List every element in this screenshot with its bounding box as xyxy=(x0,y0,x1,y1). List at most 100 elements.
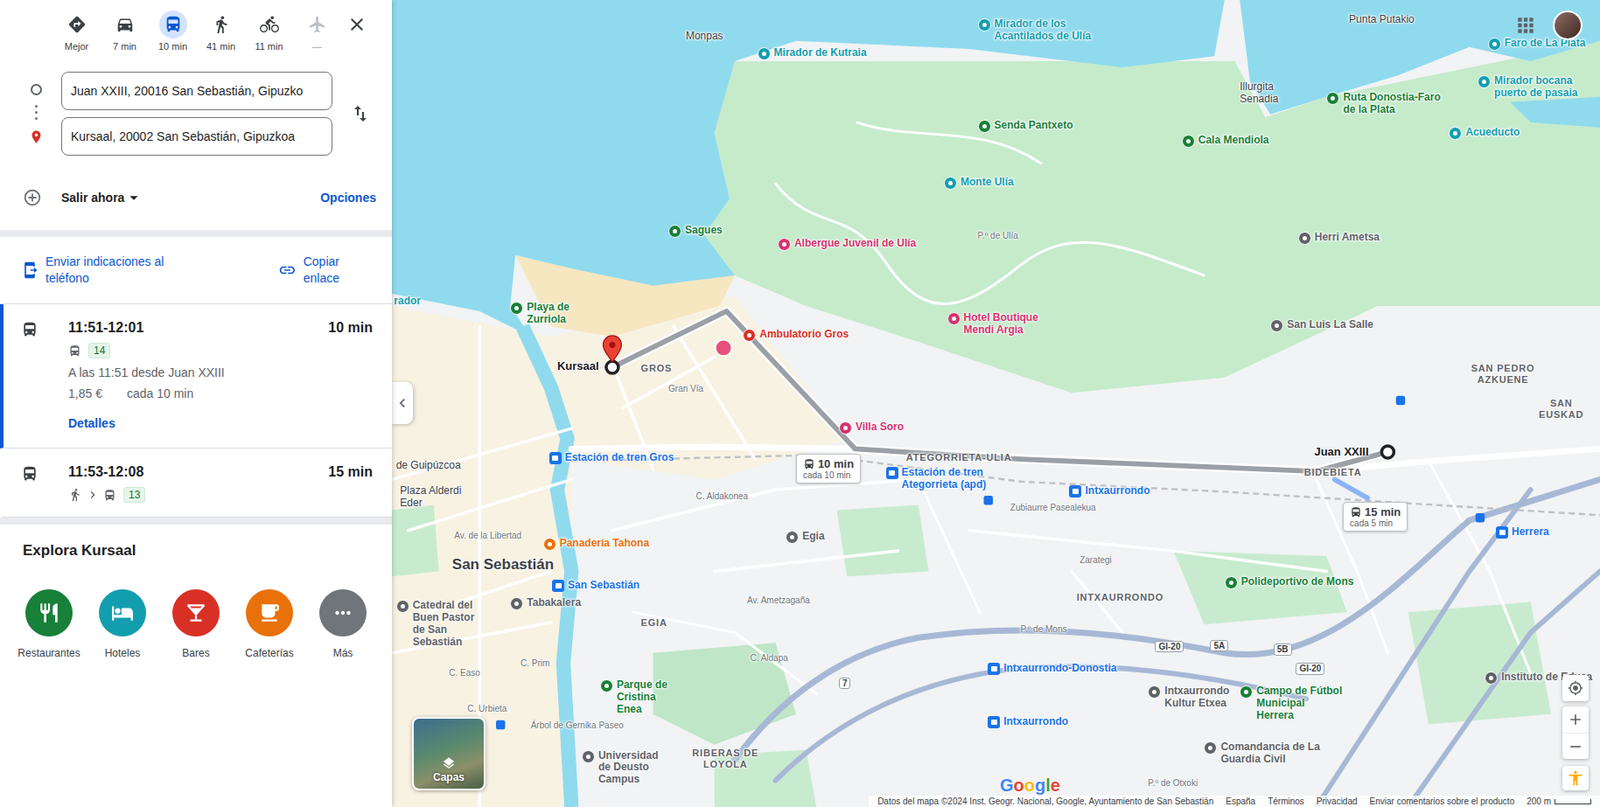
poi-marker-icon[interactable] xyxy=(1181,134,1195,148)
map-label-poi[interactable]: Catedral del Buen Pastor de San Sebastiá… xyxy=(396,600,480,649)
map-label-poi[interactable]: Ruta Donostia-Faro de la Plata xyxy=(1326,91,1449,117)
poi-marker-icon[interactable] xyxy=(1448,126,1462,140)
account-avatar[interactable] xyxy=(1552,10,1583,41)
map-scale[interactable]: 200 m xyxy=(1526,796,1592,807)
map-label-station[interactable]: Estación de tren Gros xyxy=(549,452,675,465)
map-label-poi[interactable]: Parque de Cristina Enea xyxy=(600,679,679,716)
transit-station-icon[interactable] xyxy=(987,716,1000,729)
map-label-station[interactable]: Intxaurrondo xyxy=(1068,485,1150,498)
poi-marker-icon[interactable] xyxy=(510,301,524,315)
zoom-out-button[interactable] xyxy=(1562,733,1589,760)
travel-mode-button[interactable]: Mejor xyxy=(52,10,101,53)
destination-field[interactable]: Kursaal, 20002 San Sebastián, Gipuzkoa xyxy=(61,117,333,156)
alt-route-line[interactable] xyxy=(1334,479,1368,498)
poi-marker-icon[interactable] xyxy=(1488,37,1502,51)
route-option[interactable]: 11:53-12:0815 min13 xyxy=(0,448,392,518)
poi-marker-icon[interactable] xyxy=(947,312,961,326)
close-button[interactable] xyxy=(342,10,371,39)
swap-button[interactable] xyxy=(342,71,378,156)
bus-stop-icon[interactable] xyxy=(496,396,1485,731)
map-label-station[interactable]: Herrera xyxy=(1495,526,1550,539)
poi-marker-icon[interactable] xyxy=(1203,741,1217,755)
route-line[interactable] xyxy=(612,311,1388,472)
map-label-poi[interactable]: Egia xyxy=(785,531,825,545)
origin-field[interactable]: Juan XXIII, 20016 San Sebastián, Gipuzko xyxy=(61,71,333,111)
transit-station-icon[interactable] xyxy=(987,663,1000,676)
map-label-poi[interactable]: Cala Mendiola xyxy=(1181,134,1270,148)
travel-mode-button[interactable]: 10 min xyxy=(148,10,197,53)
map-label-poi[interactable]: Albergue Juvenil de Ulía xyxy=(777,237,916,252)
poi-marker-icon[interactable] xyxy=(757,47,771,61)
transit-station-icon[interactable] xyxy=(549,452,562,465)
map-label-poi[interactable]: Intxaurrondo Kultur Etxea xyxy=(1147,685,1227,711)
poi-marker-icon[interactable] xyxy=(777,237,791,252)
poi-marker-icon[interactable] xyxy=(668,224,682,238)
category-button[interactable]: Más xyxy=(306,589,380,660)
destination-pin-icon[interactable] xyxy=(602,335,622,363)
travel-mode-button[interactable]: 7 min xyxy=(100,10,149,53)
map-label-poi[interactable]: Mirador de los Acantilados de Ulía xyxy=(978,18,1101,43)
poi-marker-icon[interactable] xyxy=(600,679,614,693)
map-label-poi[interactable]: Acueducto xyxy=(1448,126,1520,140)
map-label-poi[interactable]: Mirador bocana puerto de pasaia xyxy=(1477,75,1583,100)
poi-marker-icon[interactable] xyxy=(838,421,853,435)
map-label-poi[interactable]: Tabakalera xyxy=(510,597,581,611)
footer-link[interactable]: Enviar comentarios sobre el producto xyxy=(1369,796,1516,807)
heart-poi-icon[interactable] xyxy=(715,340,733,357)
transit-station-icon[interactable] xyxy=(551,579,565,593)
poi-marker-icon[interactable] xyxy=(1326,91,1340,105)
departure-select[interactable]: Salir ahora xyxy=(61,188,144,208)
map-label-poi[interactable]: Comandancia de La Guardia Civil xyxy=(1203,741,1327,767)
poi-marker-icon[interactable] xyxy=(581,750,595,764)
map[interactable]: MonpasMirador de KutraiaMirador de los A… xyxy=(391,0,1600,807)
footer-link[interactable]: España xyxy=(1225,796,1256,807)
street-view-button[interactable] xyxy=(1562,766,1589,791)
origin-marker-icon[interactable] xyxy=(1381,446,1394,459)
category-button[interactable]: Bares xyxy=(159,589,233,660)
map-label-poi[interactable]: Campo de Fútbol Municipal Herrera xyxy=(1239,685,1345,722)
poi-marker-icon[interactable] xyxy=(1484,671,1498,685)
route-option[interactable]: 11:51-12:0110 min14A las 11:51 desde Jua… xyxy=(0,304,392,449)
map-label-station[interactable]: Intxaurrondo xyxy=(987,716,1069,729)
map-label-poi[interactable]: Panadería Tahona xyxy=(543,537,650,552)
poi-marker-icon[interactable] xyxy=(978,119,992,133)
add-stop-icon[interactable] xyxy=(22,188,42,208)
layers-button[interactable]: Capas xyxy=(412,717,486,791)
poi-marker-icon[interactable] xyxy=(543,537,557,552)
details-link[interactable]: Detalles xyxy=(68,416,373,431)
poi-marker-icon[interactable] xyxy=(396,600,410,614)
map-label-poi[interactable]: Senda Pantxeto xyxy=(978,119,1074,133)
category-button[interactable]: Hoteles xyxy=(85,589,160,660)
route-callout[interactable]: 15 mincada 5 min xyxy=(1342,502,1408,532)
map-label-poi[interactable]: Universidad de Deusto Campus xyxy=(581,750,661,787)
send-to-phone-link[interactable]: Enviar indicaciones al teléfono xyxy=(20,253,196,287)
poi-marker-icon[interactable] xyxy=(1147,685,1161,699)
map-label-station[interactable]: Estación de tren Ategorrieta (apd) xyxy=(886,467,1000,492)
map-label-poi[interactable]: San Luis La Salle xyxy=(1270,319,1374,333)
map-label-station[interactable]: Intxaurrondo-Donostia xyxy=(987,663,1117,676)
map-label-poi[interactable]: Herri Ametsa xyxy=(1298,231,1380,245)
map-label-poi[interactable]: Mirador de Kutraia xyxy=(757,47,867,61)
poi-marker-icon[interactable] xyxy=(978,18,992,32)
poi-marker-icon[interactable] xyxy=(742,328,756,343)
copy-link-button[interactable]: Copiar enlace xyxy=(278,253,375,287)
collapse-panel-button[interactable] xyxy=(391,382,413,425)
poi-marker-icon[interactable] xyxy=(1270,319,1284,333)
zoom-in-button[interactable] xyxy=(1562,706,1589,734)
route-callout[interactable]: 10 mincada 10 min xyxy=(796,454,861,484)
transit-station-icon[interactable] xyxy=(1068,485,1082,498)
travel-mode-button[interactable]: 41 min xyxy=(196,10,245,53)
options-link[interactable]: Opciones xyxy=(320,190,377,205)
poi-marker-icon[interactable] xyxy=(943,176,958,190)
map-label-poi[interactable]: Sagues xyxy=(668,224,723,238)
poi-marker-icon[interactable] xyxy=(785,531,799,545)
footer-link[interactable]: Términos xyxy=(1267,796,1305,807)
category-button[interactable]: Restaurantes xyxy=(12,589,86,660)
transit-station-icon[interactable] xyxy=(886,467,899,480)
poi-marker-icon[interactable] xyxy=(1239,685,1253,699)
poi-marker-icon[interactable] xyxy=(510,597,524,611)
map-label-poi[interactable]: Ambulatorio Gros xyxy=(742,328,849,343)
map-label-poi[interactable]: Polideportivo de Mons xyxy=(1224,576,1355,590)
poi-marker-icon[interactable] xyxy=(1224,576,1238,590)
poi-marker-icon[interactable] xyxy=(1477,75,1491,89)
